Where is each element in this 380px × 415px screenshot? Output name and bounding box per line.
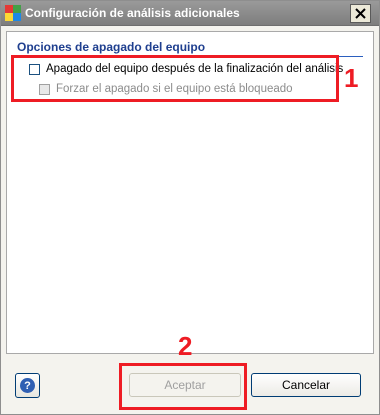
title-bar[interactable]: Configuración de análisis adicionales — [1, 1, 379, 26]
annotation-number-2: 2 — [178, 331, 193, 361]
close-icon — [355, 8, 366, 19]
app-icon — [5, 5, 21, 21]
annotation-number-1: 1 — [344, 63, 359, 93]
help-button[interactable]: ? — [15, 373, 40, 398]
annotation-box-1 — [11, 55, 339, 102]
close-button[interactable] — [350, 4, 371, 23]
accept-button[interactable]: Aceptar — [129, 373, 241, 397]
window-title: Configuración de análisis adicionales — [25, 6, 240, 20]
dialog-window: Configuración de análisis adicionales Op… — [0, 0, 380, 415]
help-icon: ? — [20, 378, 35, 393]
section-title: Opciones de apagado del equipo — [17, 40, 206, 54]
cancel-button[interactable]: Cancelar — [251, 373, 361, 397]
